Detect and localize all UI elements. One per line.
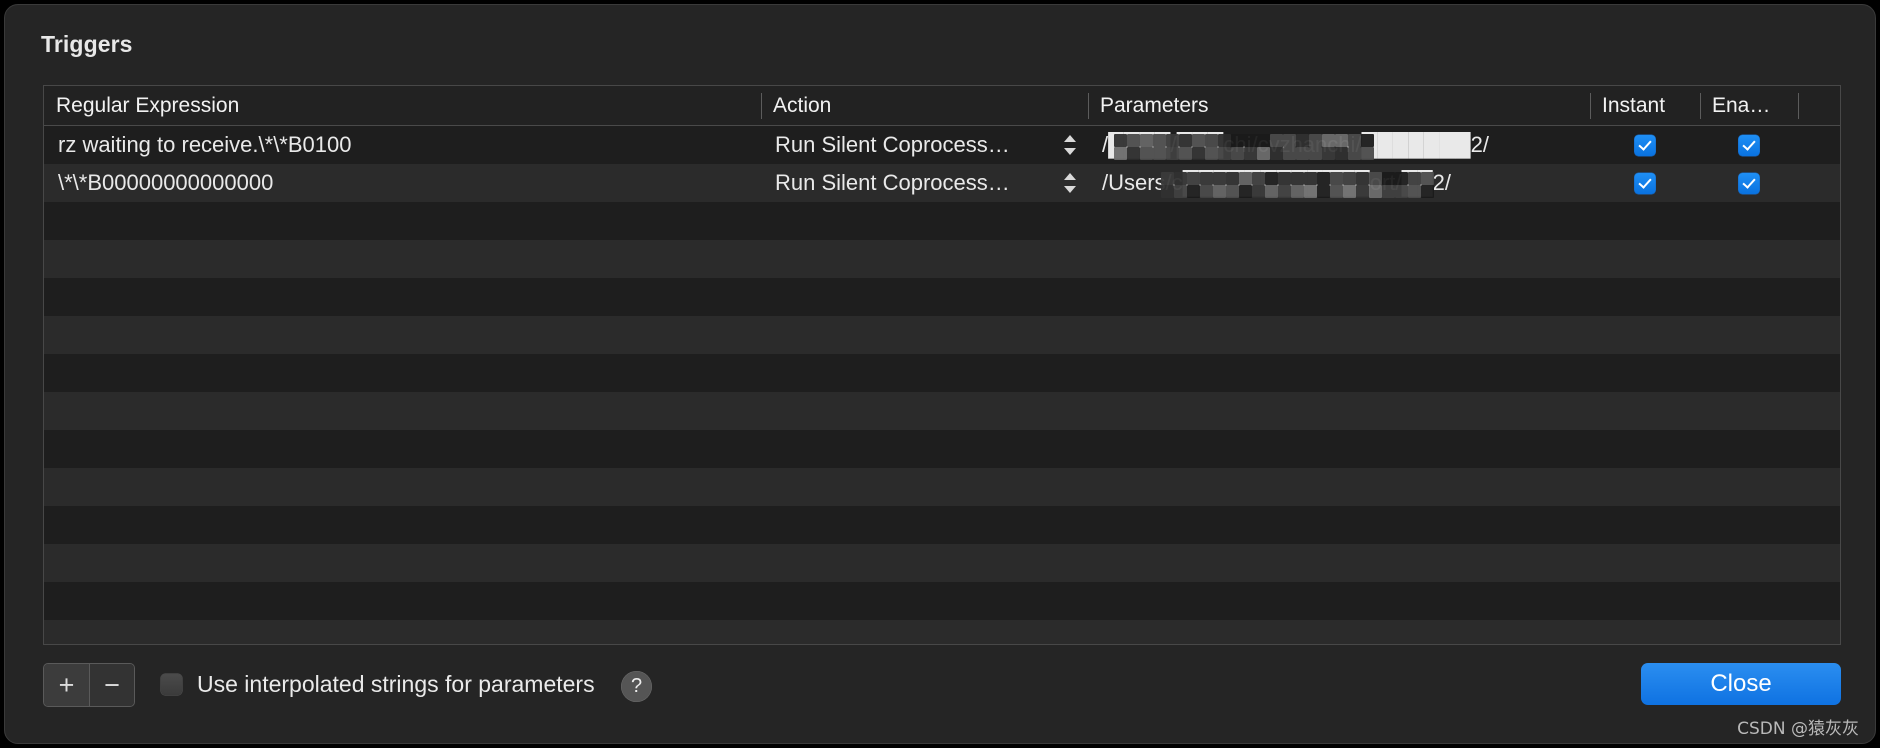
table-row-empty[interactable] xyxy=(44,316,1840,354)
table-body: rz waiting to receive.\*\*B0100 Run Sile… xyxy=(44,126,1840,645)
watermark: CSDN @猿灰灰 xyxy=(1737,714,1859,739)
triggers-table: Regular Expression Action Parameters Ins… xyxy=(43,85,1841,645)
chevron-up-down-icon[interactable] xyxy=(1062,172,1078,194)
cell-instant[interactable] xyxy=(1590,164,1700,202)
help-icon[interactable]: ? xyxy=(621,671,652,702)
cell-regular-expression[interactable]: \*\*B00000000000000 xyxy=(44,164,761,202)
column-header-regular-expression[interactable]: Regular Expression xyxy=(44,86,761,126)
empty-rows xyxy=(44,202,1840,645)
page-title: Triggers xyxy=(41,31,133,58)
column-header-enabled[interactable]: Ena… xyxy=(1700,86,1798,126)
close-button[interactable]: Close xyxy=(1641,663,1841,705)
cell-action[interactable]: Run Silent Coprocess… xyxy=(761,164,1088,202)
table-row-empty[interactable] xyxy=(44,202,1840,240)
cell-regular-expression[interactable]: rz waiting to receive.\*\*B0100 xyxy=(44,126,761,164)
action-value: Run Silent Coprocess… xyxy=(775,170,1010,195)
table-row-empty[interactable] xyxy=(44,506,1840,544)
table-row-empty[interactable] xyxy=(44,430,1840,468)
cell-parameters[interactable]: /████/███chi/cvzhanchi/███████2/ xyxy=(1088,126,1590,164)
instant-checkbox[interactable] xyxy=(1635,173,1656,194)
cell-parameters[interactable]: /Users/c████████████ort/██2/ xyxy=(1088,164,1590,202)
instant-checkbox[interactable] xyxy=(1635,135,1656,156)
enabled-checkbox[interactable] xyxy=(1739,135,1760,156)
add-remove-segmented-control: + − xyxy=(43,663,135,707)
table-row-empty[interactable] xyxy=(44,354,1840,392)
table-header-row: Regular Expression Action Parameters Ins… xyxy=(44,86,1840,126)
table-row-empty[interactable] xyxy=(44,278,1840,316)
use-interpolated-strings-checkbox[interactable] xyxy=(161,674,182,695)
cell-enabled[interactable] xyxy=(1700,164,1798,202)
enabled-checkbox[interactable] xyxy=(1739,173,1760,194)
table-row-empty[interactable] xyxy=(44,392,1840,430)
dialog-footer: + − Use interpolated strings for paramet… xyxy=(43,663,1841,709)
cell-enabled[interactable] xyxy=(1700,126,1798,164)
table-row-empty[interactable] xyxy=(44,582,1840,620)
table-row-empty[interactable] xyxy=(44,240,1840,278)
parameters-value-redacted: /Users/c████████████ort/██2/ xyxy=(1102,164,1451,202)
chevron-up-down-icon[interactable] xyxy=(1062,134,1078,156)
column-header-endcap xyxy=(1798,86,1841,126)
use-interpolated-strings-label: Use interpolated strings for parameters xyxy=(197,663,595,705)
triggers-dialog: Triggers Regular Expression Action Param… xyxy=(4,4,1876,744)
table-row[interactable]: rz waiting to receive.\*\*B0100 Run Sile… xyxy=(44,126,1840,164)
add-trigger-button[interactable]: + xyxy=(44,664,89,706)
remove-trigger-button[interactable]: − xyxy=(89,664,134,706)
column-header-action[interactable]: Action xyxy=(761,86,1088,126)
table-row-empty[interactable] xyxy=(44,620,1840,645)
table-row-empty[interactable] xyxy=(44,468,1840,506)
action-value: Run Silent Coprocess… xyxy=(775,132,1010,157)
parameters-value-redacted: /████/███chi/cvzhanchi/███████2/ xyxy=(1102,126,1489,164)
column-header-instant[interactable]: Instant xyxy=(1590,86,1700,126)
column-header-parameters[interactable]: Parameters xyxy=(1088,86,1590,126)
cell-action[interactable]: Run Silent Coprocess… xyxy=(761,126,1088,164)
table-row-empty[interactable] xyxy=(44,544,1840,582)
cell-instant[interactable] xyxy=(1590,126,1700,164)
table-row[interactable]: \*\*B00000000000000 Run Silent Coprocess… xyxy=(44,164,1840,202)
